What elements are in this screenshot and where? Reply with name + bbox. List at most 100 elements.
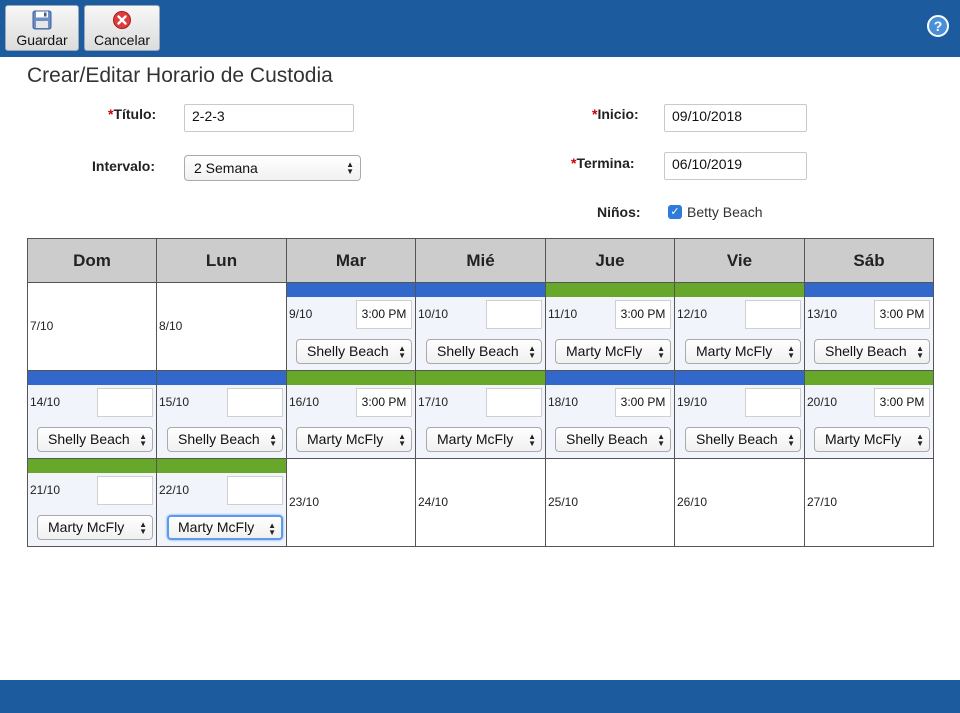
custodian-select[interactable]: Shelly Beach ▲ ▼	[37, 427, 153, 452]
day-cell[interactable]: 10/10 Shelly Beach ▲ ▼	[415, 282, 546, 371]
exchange-time-input[interactable]: 3:00 PM	[615, 388, 671, 417]
title-input[interactable]: 2-2-3	[184, 104, 354, 132]
day-cell[interactable]: 16/10 3:00 PM Marty McFly ▲ ▼	[286, 370, 416, 459]
day-cell[interactable]: 21/10 Marty McFly ▲ ▼	[27, 458, 157, 547]
weekday-header: Sáb	[804, 238, 934, 283]
custodian-select-value: Shelly Beach	[48, 431, 130, 447]
custodian-select[interactable]: Marty McFly ▲ ▼	[426, 427, 542, 452]
exchange-time-input[interactable]	[486, 300, 542, 329]
day-cell-content: 10/10 Shelly Beach ▲ ▼	[416, 283, 545, 370]
day-cell[interactable]: 18/10 3:00 PM Shelly Beach ▲ ▼	[545, 370, 675, 459]
custodian-select[interactable]: Marty McFly ▲ ▼	[37, 515, 153, 540]
day-number: 13/10	[807, 307, 838, 321]
day-cell-content: 23/10	[287, 459, 415, 546]
day-cell[interactable]: 26/10	[674, 458, 805, 547]
calendar-week-row: 21/10 Marty McFly ▲ ▼ 22/10 Marty McFly ▲ ▼ 23/1…	[27, 458, 934, 547]
weekday-header: Dom	[27, 238, 157, 283]
day-cell[interactable]: 8/10	[156, 282, 287, 371]
day-cell-content: 25/10	[546, 459, 674, 546]
custodian-select[interactable]: Shelly Beach ▲ ▼	[555, 427, 671, 452]
select-arrows-icon: ▲ ▼	[139, 520, 147, 536]
custody-color-strip	[805, 371, 933, 385]
day-cell[interactable]: 23/10	[286, 458, 416, 547]
interval-select[interactable]: 2 Semana ▲ ▼	[184, 155, 361, 181]
custodian-select[interactable]: Shelly Beach ▲ ▼	[814, 339, 930, 364]
child-checkbox[interactable]: ✓	[668, 205, 682, 219]
custodian-select-value: Marty McFly	[307, 431, 384, 447]
exchange-time-input[interactable]	[97, 476, 153, 505]
custody-color-strip	[28, 371, 156, 385]
save-button-label: Guardar	[16, 32, 68, 48]
custody-color-strip	[675, 371, 804, 385]
exchange-time-input[interactable]: 3:00 PM	[874, 300, 930, 329]
help-icon[interactable]: ?	[927, 15, 949, 37]
day-cell[interactable]: 24/10	[415, 458, 546, 547]
custodian-select[interactable]: Marty McFly ▲ ▼	[685, 339, 801, 364]
exchange-time-input[interactable]: 3:00 PM	[356, 388, 412, 417]
exchange-time-input[interactable]: 3:00 PM	[615, 300, 671, 329]
calendar-week-row: 14/10 Shelly Beach ▲ ▼ 15/10 Shelly Beach ▲ ▼ 16…	[27, 370, 934, 459]
exchange-time-input[interactable]	[97, 388, 153, 417]
custodian-select[interactable]: Marty McFly ▲ ▼	[814, 427, 930, 452]
custodian-select[interactable]: Marty McFly ▲ ▼	[555, 339, 671, 364]
day-cell[interactable]: 13/10 3:00 PM Shelly Beach ▲ ▼	[804, 282, 934, 371]
day-cell[interactable]: 17/10 Marty McFly ▲ ▼	[415, 370, 546, 459]
custody-color-strip	[675, 283, 804, 297]
day-cell[interactable]: 11/10 3:00 PM Marty McFly ▲ ▼	[545, 282, 675, 371]
end-date-input[interactable]: 06/10/2019	[664, 152, 807, 180]
day-number: 10/10	[418, 307, 449, 321]
cancel-button[interactable]: Cancelar	[84, 5, 160, 51]
day-cell[interactable]: 9/10 3:00 PM Shelly Beach ▲ ▼	[286, 282, 416, 371]
custodian-select[interactable]: Shelly Beach ▲ ▼	[685, 427, 801, 452]
exchange-time-input[interactable]	[745, 300, 801, 329]
child-name-label: Betty Beach	[687, 204, 763, 220]
day-cell[interactable]: 27/10	[804, 458, 934, 547]
save-button[interactable]: Guardar	[5, 5, 79, 51]
cancel-button-label: Cancelar	[93, 32, 151, 48]
exchange-time-input[interactable]	[745, 388, 801, 417]
day-cell[interactable]: 19/10 Shelly Beach ▲ ▼	[674, 370, 805, 459]
select-arrows-icon: ▲ ▼	[346, 160, 354, 176]
day-number: 24/10	[418, 495, 449, 509]
exchange-time-input[interactable]	[227, 476, 283, 505]
day-cell-content: 14/10 Shelly Beach ▲ ▼	[28, 371, 156, 458]
select-arrows-icon: ▲ ▼	[398, 432, 406, 448]
day-cell[interactable]: 15/10 Shelly Beach ▲ ▼	[156, 370, 287, 459]
day-number: 9/10	[289, 307, 313, 321]
day-cell[interactable]: 20/10 3:00 PM Marty McFly ▲ ▼	[804, 370, 934, 459]
custodian-select[interactable]: Shelly Beach ▲ ▼	[167, 427, 283, 452]
interval-select-value: 2 Semana	[194, 160, 258, 176]
day-number: 21/10	[30, 483, 61, 497]
custody-color-strip	[28, 459, 156, 473]
end-label: *Termina:	[571, 155, 635, 171]
day-cell-content: 22/10 Marty McFly ▲ ▼	[157, 459, 286, 546]
exchange-time-input[interactable]	[486, 388, 542, 417]
day-cell-content: 16/10 3:00 PM Marty McFly ▲ ▼	[287, 371, 415, 458]
start-date-input[interactable]: 09/10/2018	[664, 104, 807, 132]
day-cell[interactable]: 7/10	[27, 282, 157, 371]
day-cell-content: 15/10 Shelly Beach ▲ ▼	[157, 371, 286, 458]
day-cell-content: 12/10 Marty McFly ▲ ▼	[675, 283, 804, 370]
exchange-time-input[interactable]: 3:00 PM	[874, 388, 930, 417]
day-number: 7/10	[30, 319, 54, 333]
day-cell[interactable]: 14/10 Shelly Beach ▲ ▼	[27, 370, 157, 459]
day-cell[interactable]: 12/10 Marty McFly ▲ ▼	[674, 282, 805, 371]
day-cell-content: 9/10 3:00 PM Shelly Beach ▲ ▼	[287, 283, 415, 370]
calendar-week-row: 7/10 8/10 9/10 3:00 PM Shelly Beach ▲ ▼ 10/10 Sh…	[27, 282, 934, 371]
custodian-select-value: Marty McFly	[437, 431, 514, 447]
day-cell[interactable]: 25/10	[545, 458, 675, 547]
day-cell-content: 8/10	[157, 283, 286, 370]
custodian-select[interactable]: Shelly Beach ▲ ▼	[296, 339, 412, 364]
custodian-select[interactable]: Marty McFly ▲ ▼	[167, 515, 283, 540]
custody-color-strip	[287, 371, 415, 385]
custodian-select[interactable]: Shelly Beach ▲ ▼	[426, 339, 542, 364]
day-cell[interactable]: 22/10 Marty McFly ▲ ▼	[156, 458, 287, 547]
exchange-time-input[interactable]: 3:00 PM	[356, 300, 412, 329]
select-arrows-icon: ▲ ▼	[528, 432, 536, 448]
day-number: 27/10	[807, 495, 838, 509]
exchange-time-input[interactable]	[227, 388, 283, 417]
weekday-header: Mié	[415, 238, 546, 283]
custody-color-strip	[287, 283, 415, 297]
custodian-select[interactable]: Marty McFly ▲ ▼	[296, 427, 412, 452]
calendar-body: 7/10 8/10 9/10 3:00 PM Shelly Beach ▲ ▼ 10/10 Sh…	[27, 282, 934, 547]
